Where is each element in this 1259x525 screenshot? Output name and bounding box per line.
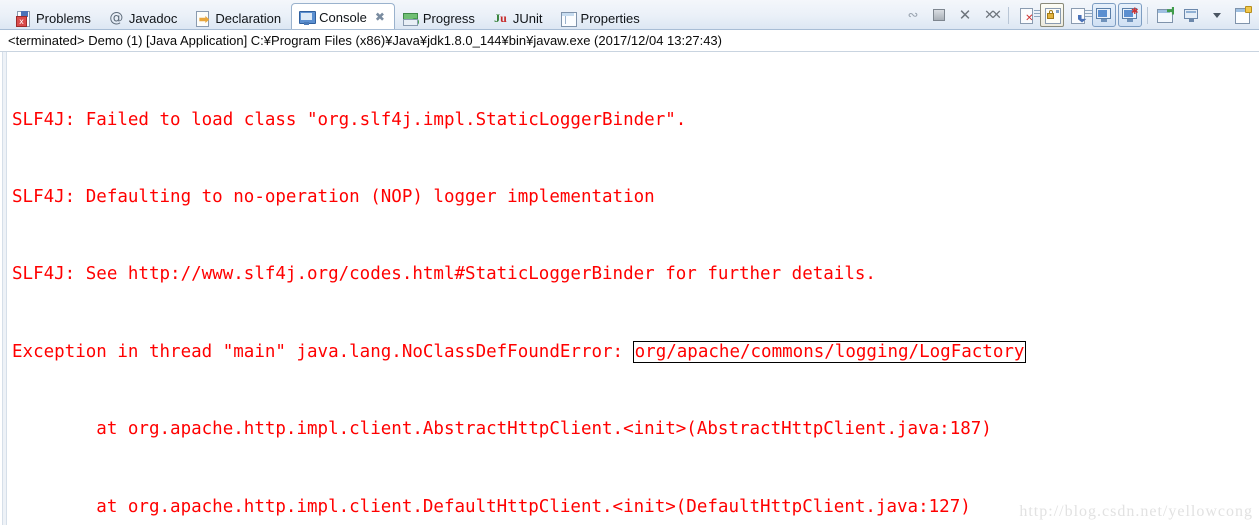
eclipse-console-view: Problems @ Javadoc Declaration Console ✖… [0, 0, 1259, 525]
stop-square-icon [933, 9, 945, 21]
scroll-lock-icon [1044, 7, 1061, 24]
tab-label: Javadoc [128, 11, 178, 26]
clear-console-button[interactable]: ✕ [1014, 3, 1041, 27]
console-line-exception: Exception in thread "main" java.lang.NoC… [12, 340, 1259, 366]
exception-prefix: Exception in thread "main" java.lang.NoC… [12, 341, 634, 362]
console-line: SLF4J: Defaulting to no-operation (NOP) … [12, 186, 655, 207]
open-console-icon [1235, 6, 1252, 24]
clear-console-icon: ✕ [1019, 7, 1041, 24]
toolbar-separator [1008, 6, 1009, 24]
highlighted-class-name: org/apache/commons/logging/LogFactory [632, 340, 1027, 363]
problems-icon [16, 11, 31, 27]
properties-icon [560, 11, 577, 27]
pin-console-icon [1157, 6, 1174, 23]
close-all-x-icon: ✕✕ [984, 7, 1002, 23]
progress-icon [402, 11, 419, 26]
chevron-down-icon [1213, 12, 1221, 18]
relaunch-icon: ∾ [907, 7, 919, 23]
console-line: SLF4J: See http://www.slf4j.org/codes.ht… [12, 264, 876, 285]
tab-label: Progress [422, 11, 475, 26]
remove-all-terminated-button[interactable]: ✕✕ [979, 3, 1003, 27]
tab-javadoc[interactable]: @ Javadoc [101, 5, 187, 29]
tab-label: Properties [580, 11, 640, 26]
javadoc-icon: @ [109, 10, 124, 26]
tab-problems[interactable]: Problems [8, 5, 101, 29]
launch-status-line: <terminated> Demo (1) [Java Application]… [0, 30, 1259, 52]
display-selected-console-dropdown[interactable] [1205, 3, 1229, 27]
tab-label: Problems [36, 11, 91, 26]
tab-console[interactable]: Console ✖ [291, 3, 395, 29]
remove-launch-button[interactable]: ✕ [953, 3, 977, 27]
pin-console-button[interactable] [1153, 3, 1177, 27]
console-output-area[interactable]: SLF4J: Failed to load class "org.slf4j.i… [0, 52, 1259, 525]
tab-progress[interactable]: Progress [395, 5, 485, 29]
console-icon [299, 10, 317, 25]
open-console-button[interactable] [1231, 3, 1255, 27]
launch-status-text: <terminated> Demo (1) [Java Application]… [8, 33, 722, 48]
console-line: SLF4J: Failed to load class "org.slf4j.i… [12, 109, 687, 130]
terminate-button[interactable] [927, 3, 951, 27]
console-gutter [0, 52, 9, 525]
console-line: at org.apache.http.impl.client.AbstractH… [12, 419, 992, 440]
word-wrap-icon [1070, 7, 1092, 24]
close-icon[interactable]: ✖ [375, 10, 385, 24]
word-wrap-button[interactable] [1066, 3, 1092, 27]
tab-junit[interactable]: Ju JUnit [485, 5, 553, 29]
toolbar-separator [1147, 6, 1148, 24]
console-stderr-icon: ✱ [1121, 7, 1139, 23]
junit-icon: Ju [494, 11, 507, 25]
tab-label: JUnit [512, 11, 543, 26]
show-console-on-output-button[interactable] [1092, 3, 1116, 27]
declaration-icon [195, 11, 210, 27]
console-toolbar: ∾ ✕ ✕✕ ✕ ✱ [901, 2, 1257, 28]
view-tab-bar: Problems @ Javadoc Declaration Console ✖… [0, 0, 1259, 30]
tab-label: Console [319, 9, 367, 25]
close-x-icon: ✕ [958, 5, 972, 24]
scroll-lock-button[interactable] [1040, 3, 1064, 27]
display-console-icon [1183, 8, 1199, 23]
relaunch-button[interactable]: ∾ [901, 3, 925, 27]
watermark: http://blog.csdn.net/yellowcong [1019, 503, 1253, 520]
tab-properties[interactable]: Properties [553, 5, 650, 29]
display-selected-console-button[interactable] [1179, 3, 1203, 27]
console-text: SLF4J: Failed to load class "org.slf4j.i… [12, 56, 1259, 525]
tab-label: Declaration [215, 11, 282, 26]
tab-declaration[interactable]: Declaration [187, 5, 291, 29]
console-stdout-icon [1095, 7, 1113, 23]
show-console-on-error-button[interactable]: ✱ [1118, 3, 1142, 27]
